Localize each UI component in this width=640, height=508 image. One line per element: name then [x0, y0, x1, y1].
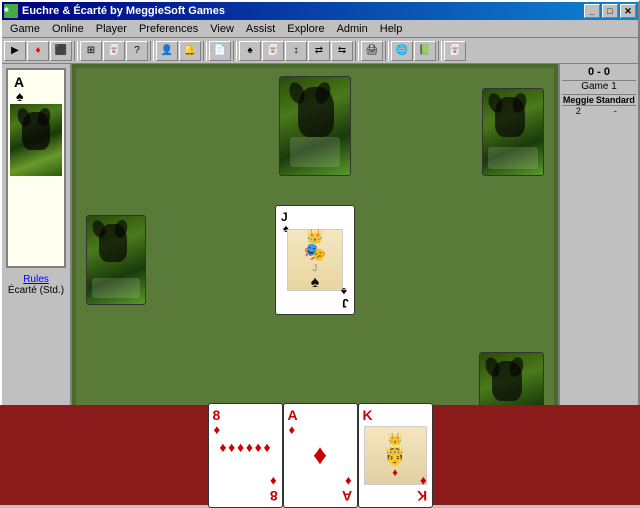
toolbar-sep-6	[385, 41, 389, 61]
hand-card-king-diamonds[interactable]: K ♦ 👑 🤴 ♦ K ♦	[358, 403, 433, 506]
game-type-label: Écarté (Std.)	[8, 285, 64, 296]
window-title: Euchre & Écarté by MeggieSoft Games	[22, 5, 225, 17]
rules-link[interactable]: Rules	[8, 274, 64, 285]
card-ad-suit-bot: ♦	[345, 474, 352, 489]
toolbar-sep-3	[203, 41, 207, 61]
card-8d-pips: ♦ ♦ ♦ ♦ ♦ ♦	[219, 439, 272, 455]
toolbar-btn-13[interactable]: ⇄	[308, 41, 330, 61]
hand-card-8-diamonds[interactable]: 8 ♦ ♦ ♦ ♦ ♦ ♦ ♦ 8 ♦	[208, 403, 283, 506]
sidebar-labels: Rules Écarté (Std.)	[8, 274, 64, 296]
toolbar-btn-11[interactable]: 🃏	[262, 41, 284, 61]
toolbar-btn-18[interactable]: 🃏	[444, 41, 466, 61]
left-card	[86, 215, 146, 305]
card-ad-center-pip: ♦	[313, 439, 327, 471]
toolbar-btn-8[interactable]: 🔔	[179, 41, 201, 61]
menu-preferences[interactable]: Preferences	[133, 22, 204, 36]
toolbar-sep-4	[233, 41, 237, 61]
score-panel: 0 - 0 Game 1 Meggie Standard 2 - 0	[558, 64, 638, 456]
jack-suit-bot: ♠	[341, 285, 347, 297]
card-ad-rank-top: A	[288, 407, 298, 423]
menu-player[interactable]: Player	[90, 22, 133, 36]
window-frame: ♠ Euchre & Écarté by MeggieSoft Games _ …	[0, 0, 640, 505]
toolbar-btn-17[interactable]: 📗	[414, 41, 436, 61]
score-col-meggie: Meggie	[562, 95, 595, 106]
toolbar-btn-3[interactable]: ⬛	[50, 41, 72, 61]
toolbar-btn-16[interactable]: 🌐	[391, 41, 413, 61]
toolbar-btn-12[interactable]: ↕	[285, 41, 307, 61]
center-card-jack-spades[interactable]: J ♠ 👑 🎭 J ♠	[275, 205, 355, 315]
toolbar-btn-6[interactable]: ?	[126, 41, 148, 61]
toolbar-btn-2[interactable]: ♦	[27, 41, 49, 61]
opponent-top-card	[279, 76, 351, 176]
toolbar-sep-2	[150, 41, 154, 61]
toolbar-btn-1[interactable]: ▶	[4, 41, 26, 61]
menu-online[interactable]: Online	[46, 22, 90, 36]
card-ad-rank-bot: A	[342, 488, 352, 504]
score-row1-c1: 2	[562, 106, 595, 117]
toolbar-sep-1	[74, 41, 78, 61]
menu-bar: Game Online Player Preferences View Assi…	[2, 20, 638, 38]
player-card-area: A ♠	[6, 68, 66, 268]
title-bar-buttons: _ □ ✕	[584, 4, 636, 18]
toolbar-sep-7	[438, 41, 442, 61]
card-8d-rank-bot: 8	[270, 488, 278, 504]
menu-admin[interactable]: Admin	[331, 22, 374, 36]
card-8d-suit-top: ♦	[214, 422, 221, 437]
toolbar-sep-5	[355, 41, 359, 61]
score-header: 0 - 0	[562, 66, 636, 81]
card-kd-rank-top: K	[363, 407, 373, 423]
card-kd-suit-bot: ♦	[420, 474, 427, 489]
jack-rank-top: J	[281, 210, 288, 224]
menu-game[interactable]: Game	[4, 22, 46, 36]
king-face-art: 👑 🤴 ♦	[364, 426, 427, 485]
maximize-button[interactable]: □	[602, 4, 618, 18]
toolbar: ▶ ♦ ⬛ ⊞ 🃏 ? 👤 🔔 📄 ♠ 🃏 ↕ ⇄ ⇆ 🖨 🌐 📗 🃏	[2, 38, 638, 64]
toolbar-btn-5[interactable]: 🃏	[103, 41, 125, 61]
score-table: Meggie Standard 2 -	[562, 95, 636, 116]
toolbar-btn-15[interactable]: 🖨	[361, 41, 383, 61]
score-game-label: Game 1	[562, 81, 636, 95]
card-ad-suit-top: ♦	[289, 422, 296, 437]
minimize-button[interactable]: _	[584, 4, 600, 18]
jack-rank-bot: J	[342, 296, 349, 310]
toolbar-btn-9[interactable]: 📄	[209, 41, 231, 61]
card-8d-rank-top: 8	[213, 407, 221, 423]
table-felt: J ♠ 👑 🎭 J ♠	[72, 64, 558, 456]
menu-explore[interactable]: Explore	[281, 22, 330, 36]
toolbar-btn-14[interactable]: ⇆	[331, 41, 353, 61]
hand-card-ace-diamonds[interactable]: A ♦ ♦ A ♦	[283, 403, 358, 506]
player-dog-photo	[10, 104, 62, 176]
menu-view[interactable]: View	[204, 22, 240, 36]
game-area: A ♠ Rules Écarté (Std.)	[2, 64, 638, 456]
player-hand: 8 ♦ ♦ ♦ ♦ ♦ ♦ ♦ 8 ♦ A ♦ ♦ A ♦ K ♦	[0, 405, 640, 505]
app-icon: ♠	[4, 4, 18, 18]
toolbar-btn-10[interactable]: ♠	[239, 41, 261, 61]
title-bar-left: ♠ Euchre & Écarté by MeggieSoft Games	[4, 4, 225, 18]
ace-suit: ♠	[16, 88, 23, 104]
title-bar: ♠ Euchre & Écarté by MeggieSoft Games _ …	[2, 2, 638, 20]
menu-help[interactable]: Help	[374, 22, 409, 36]
card-8d-suit-bot: ♦	[270, 474, 277, 489]
card-kd-rank-bot: K	[417, 488, 427, 504]
score-row1-c2: -	[595, 106, 636, 117]
score-col-standard: Standard	[595, 95, 636, 106]
right-top-card	[482, 88, 544, 176]
toolbar-btn-4[interactable]: ⊞	[80, 41, 102, 61]
jack-face-art: 👑 🎭 J ♠	[287, 229, 343, 291]
jack-card-inner: J ♠ 👑 🎭 J ♠	[279, 209, 351, 311]
toolbar-btn-7[interactable]: 👤	[156, 41, 178, 61]
left-sidebar: A ♠ Rules Écarté (Std.)	[2, 64, 72, 456]
close-button[interactable]: ✕	[620, 4, 636, 18]
menu-assist[interactable]: Assist	[240, 22, 281, 36]
